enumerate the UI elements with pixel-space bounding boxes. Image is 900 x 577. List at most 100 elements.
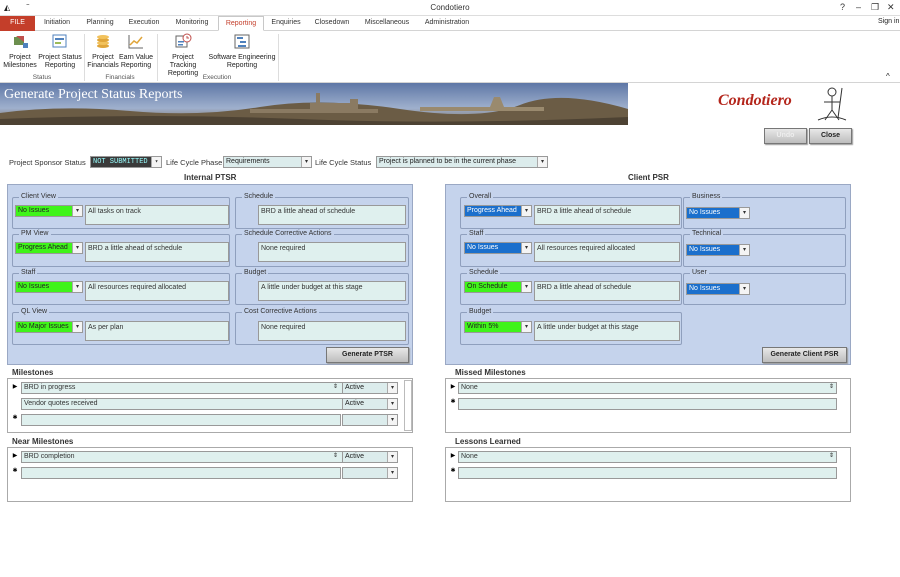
ribbon-tabs: FILE Initiation Planning Execution Monit… <box>0 16 900 31</box>
spin-icon[interactable]: ⇕ <box>333 452 338 459</box>
user-select[interactable]: No Issues ▾ <box>686 283 750 295</box>
restore-icon[interactable]: ❐ <box>871 2 879 13</box>
close-window-icon[interactable]: ✕ <box>887 2 895 13</box>
undo-button[interactable]: Undo <box>764 128 807 144</box>
chevron-down-icon[interactable]: ▾ <box>72 243 82 253</box>
software-engineering-reporting-button[interactable]: Software Engineering Reporting <box>208 33 276 70</box>
staff-select[interactable]: No Issues ▾ <box>15 281 83 293</box>
tab-execution[interactable]: Execution <box>124 16 164 31</box>
lifecycle-status-select[interactable]: Project is planned to be in the current … <box>376 156 548 168</box>
chevron-down-icon[interactable]: ▾ <box>387 383 397 393</box>
current-record-icon[interactable]: ▶ <box>448 449 458 463</box>
missed-milestone-field[interactable]: None <box>458 382 837 394</box>
pm-view-comment[interactable]: BRD a little ahead of schedule <box>85 242 229 262</box>
spin-icon[interactable]: ⇕ <box>829 452 834 459</box>
milestone-name-field[interactable]: BRD in progress <box>21 382 349 394</box>
new-record-icon[interactable]: ✱ <box>10 411 20 425</box>
ql-view-select[interactable]: No Major Issues ▾ <box>15 321 83 333</box>
budget-comment[interactable]: A little under budget at this stage <box>258 281 406 301</box>
pm-view-select[interactable]: Progress Ahead ▾ <box>15 242 83 254</box>
spin-icon[interactable]: ⇕ <box>333 383 338 390</box>
milestone-name-field[interactable]: Vendor quotes received <box>21 398 349 410</box>
client-schedule-select[interactable]: On Schedule ▾ <box>464 281 532 293</box>
chevron-down-icon[interactable]: ▾ <box>521 282 531 292</box>
chevron-down-icon[interactable]: ▾ <box>301 157 311 167</box>
new-record-icon[interactable]: ✱ <box>448 395 458 409</box>
project-milestones-button[interactable]: Project Milestones <box>2 33 38 70</box>
close-button[interactable]: Close <box>809 128 852 144</box>
chevron-down-icon[interactable]: ▾ <box>387 399 397 409</box>
new-lesson-field[interactable] <box>458 467 837 479</box>
client-view-select[interactable]: No Issues ▾ <box>15 205 83 217</box>
chevron-down-icon[interactable]: ▾ <box>387 415 397 425</box>
schedule-actions-comment[interactable]: None required <box>258 242 406 262</box>
tab-closedown[interactable]: Closedown <box>310 16 354 31</box>
generate-client-psr-button[interactable]: Generate Client PSR <box>762 347 847 363</box>
client-staff-comment[interactable]: All resources required allocated <box>534 242 680 262</box>
milestone-status-select[interactable]: Active ▾ <box>342 398 398 410</box>
client-schedule-comment[interactable]: BRD a little ahead of schedule <box>534 281 680 301</box>
near-milestone-name-field[interactable]: BRD completion <box>21 451 349 463</box>
generate-ptsr-button[interactable]: Generate PTSR <box>326 347 409 363</box>
client-staff-select[interactable]: No Issues ▾ <box>464 242 532 254</box>
tab-reporting[interactable]: Reporting <box>218 16 264 31</box>
staff-comment[interactable]: All resources required allocated <box>85 281 229 301</box>
new-status-select[interactable]: ▾ <box>342 414 398 426</box>
chevron-down-icon[interactable]: ▾ <box>739 208 749 218</box>
tab-monitoring[interactable]: Monitoring <box>168 16 216 31</box>
sign-in-link[interactable]: Sign in <box>878 18 899 25</box>
chevron-down-icon[interactable]: ▾ <box>739 284 749 294</box>
client-budget-select[interactable]: Within 5% ▾ <box>464 321 532 333</box>
lesson-field[interactable]: None <box>458 451 837 463</box>
chevron-down-icon[interactable]: ▾ <box>521 243 531 253</box>
technical-select[interactable]: No Issues ▾ <box>686 244 750 256</box>
chevron-down-icon[interactable]: ▾ <box>72 322 82 332</box>
help-icon[interactable]: ? <box>840 2 845 12</box>
near-status-select[interactable]: Active ▾ <box>342 451 398 463</box>
overall-comment[interactable]: BRD a little ahead of schedule <box>534 205 680 225</box>
tab-enquiries[interactable]: Enquiries <box>266 16 306 31</box>
new-milestone-field[interactable] <box>21 414 341 426</box>
ql-view-comment[interactable]: As per plan <box>85 321 229 341</box>
new-record-icon[interactable]: ✱ <box>10 464 20 478</box>
current-record-icon[interactable]: ▶ <box>10 449 20 463</box>
cost-actions-comment[interactable]: None required <box>258 321 406 341</box>
client-budget-comment[interactable]: A little under budget at this stage <box>534 321 680 341</box>
chevron-down-icon[interactable]: ▾ <box>151 157 161 167</box>
project-tracking-reporting-button[interactable]: Project Tracking Reporting <box>158 33 208 78</box>
sponsor-status-select[interactable]: NOT SUBMITTED ▾ <box>90 156 162 168</box>
current-record-icon[interactable]: ▶ <box>448 380 458 394</box>
project-financials-button[interactable]: Project Financials <box>86 33 120 70</box>
spin-icon[interactable]: ⇕ <box>829 383 834 390</box>
chevron-down-icon[interactable]: ▾ <box>72 282 82 292</box>
milestone-status-select[interactable]: Active ▾ <box>342 382 398 394</box>
tab-initiation[interactable]: Initiation <box>38 16 76 31</box>
project-status-reporting-button[interactable]: Project Status Reporting <box>38 33 82 70</box>
earn-value-reporting-button[interactable]: Earn Value Reporting <box>118 33 154 70</box>
new-missed-milestone-field[interactable] <box>458 398 837 410</box>
overall-select[interactable]: Progress Ahead ▾ <box>464 205 532 217</box>
new-near-milestone-field[interactable] <box>21 467 341 479</box>
tab-miscellaneous[interactable]: Miscellaneous <box>358 16 416 31</box>
tab-planning[interactable]: Planning <box>80 16 120 31</box>
client-view-comment[interactable]: All tasks on track <box>85 205 229 225</box>
chevron-down-icon[interactable]: ▾ <box>537 157 547 167</box>
minimize-icon[interactable]: – <box>856 2 861 12</box>
vertical-scrollbar[interactable] <box>404 380 412 431</box>
new-record-icon[interactable]: ✱ <box>448 464 458 478</box>
collapse-ribbon-icon[interactable]: ^ <box>886 72 890 81</box>
tab-administration[interactable]: Administration <box>420 16 474 31</box>
phase-select[interactable]: Requirements ▾ <box>223 156 312 168</box>
business-select[interactable]: No Issues ▾ <box>686 207 750 219</box>
chevron-down-icon[interactable]: ▾ <box>387 468 397 478</box>
chevron-down-icon[interactable]: ▾ <box>387 452 397 462</box>
chevron-down-icon[interactable]: ▾ <box>72 206 82 216</box>
near-milestones-title: Near Milestones <box>12 437 74 446</box>
schedule-comment[interactable]: BRD a little ahead of schedule <box>258 205 406 225</box>
chevron-down-icon[interactable]: ▾ <box>739 245 749 255</box>
current-record-icon[interactable]: ▶ <box>10 380 20 394</box>
new-near-status-select[interactable]: ▾ <box>342 467 398 479</box>
chevron-down-icon[interactable]: ▾ <box>521 322 531 332</box>
tab-file[interactable]: FILE <box>0 16 35 31</box>
chevron-down-icon[interactable]: ▾ <box>521 206 531 216</box>
